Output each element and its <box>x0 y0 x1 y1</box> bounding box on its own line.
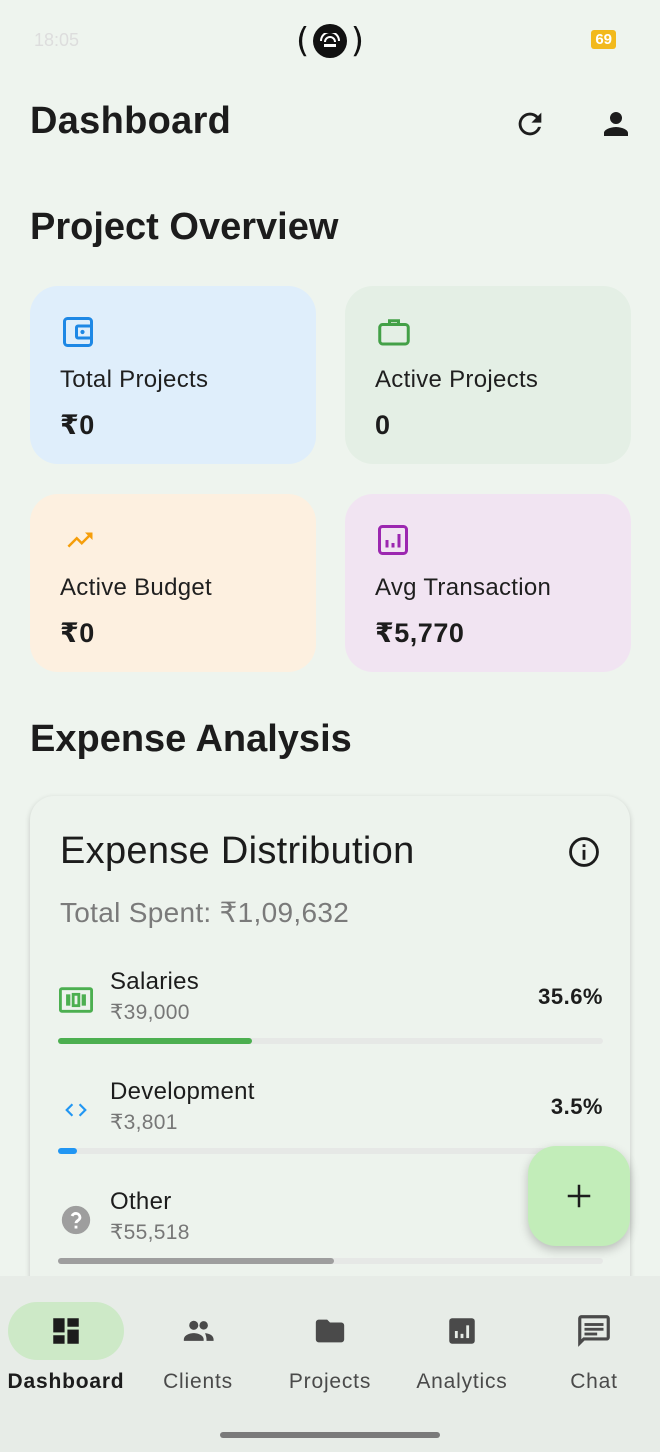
wallet-icon <box>63 317 93 347</box>
analytics-icon <box>449 1318 475 1344</box>
code-icon <box>65 1103 87 1117</box>
active-projects-card[interactable]: Active Projects 0 <box>345 286 631 464</box>
total-projects-label: Total Projects <box>60 366 209 393</box>
add-fab-button[interactable] <box>528 1146 630 1246</box>
expense-item-percent: 3.5% <box>550 1094 603 1119</box>
nav-label-dashboard: Dashboard <box>7 1370 125 1393</box>
people-icon <box>183 1320 214 1341</box>
total-spent: Total Spent: ₹1,09,632 <box>60 897 350 928</box>
total-projects-value: ₹0 <box>60 410 95 440</box>
expense-item-name: Other <box>110 1188 172 1215</box>
expense-item-other[interactable]: Other ₹55,518 <box>58 1188 603 1288</box>
bottom-navigation: Dashboard Clients Projects Analytics Cha… <box>0 1276 660 1452</box>
expense-item-name: Development <box>110 1078 255 1105</box>
nav-item-analytics[interactable]: Analytics <box>396 1302 528 1402</box>
refresh-button[interactable] <box>506 100 554 148</box>
expense-item-amount: ₹3,801 <box>110 1111 178 1134</box>
progress-track <box>58 1148 603 1154</box>
avg-transaction-card[interactable]: Avg Transaction ₹5,770 <box>345 494 631 672</box>
expense-item-development[interactable]: Development ₹3,801 3.5% <box>58 1078 603 1178</box>
refresh-icon <box>518 112 542 136</box>
active-budget-card[interactable]: Active Budget ₹0 <box>30 494 316 672</box>
progress-track <box>58 1038 603 1044</box>
nav-item-dashboard[interactable]: Dashboard <box>0 1302 132 1402</box>
profile-button[interactable] <box>592 100 640 148</box>
chat-icon <box>578 1315 610 1347</box>
total-projects-card[interactable]: Total Projects ₹0 <box>30 286 316 464</box>
plus-icon <box>567 1184 591 1208</box>
camera-indicator: ( ) <box>296 21 364 61</box>
progress-fill <box>58 1148 78 1154</box>
home-indicator[interactable] <box>220 1432 440 1438</box>
status-indicators: 69 <box>591 30 616 49</box>
briefcase-icon <box>378 319 410 346</box>
help-icon <box>61 1205 91 1235</box>
nav-item-projects[interactable]: Projects <box>264 1302 396 1402</box>
expense-item-percent: 35.6% <box>538 984 603 1009</box>
info-button[interactable] <box>564 832 604 872</box>
battery-icon: 69 <box>591 30 616 49</box>
nav-label-clients: Clients <box>163 1370 233 1393</box>
status-time: 18:05 <box>34 30 80 50</box>
analytics-icon <box>378 525 408 555</box>
progress-track <box>58 1258 603 1264</box>
nav-item-clients[interactable]: Clients <box>132 1302 264 1402</box>
person-icon <box>604 112 628 136</box>
avg-transaction-label: Avg Transaction <box>375 574 552 601</box>
nav-label-projects: Projects <box>288 1370 372 1393</box>
expense-distribution-title: Expense Distribution <box>60 830 415 872</box>
trending-up-icon <box>67 532 93 548</box>
progress-fill <box>58 1038 253 1044</box>
avg-transaction-value: ₹5,770 <box>375 618 465 648</box>
active-budget-value: ₹0 <box>60 618 95 648</box>
nav-item-chat[interactable]: Chat <box>528 1302 660 1402</box>
app-bar: Dashboard <box>0 96 660 152</box>
dashboard-icon <box>53 1318 79 1344</box>
status-bar: 18:05 ( ) 69 <box>0 0 660 80</box>
project-overview-heading: Project Overview <box>30 206 339 248</box>
page-title: Dashboard <box>30 100 232 142</box>
nav-label-analytics: Analytics <box>416 1370 508 1393</box>
expense-analysis-heading: Expense Analysis <box>30 718 352 760</box>
info-icon <box>569 837 599 867</box>
expense-item-name: Salaries <box>110 968 200 995</box>
nav-label-chat: Chat <box>570 1370 618 1393</box>
active-projects-label: Active Projects <box>375 366 539 393</box>
money-icon <box>59 987 93 1013</box>
active-budget-label: Active Budget <box>60 574 212 601</box>
hotspot-icon <box>313 24 347 58</box>
progress-fill <box>58 1258 334 1264</box>
expense-item-amount: ₹39,000 <box>110 1001 190 1024</box>
expense-item-salaries[interactable]: Salaries ₹39,000 35.6% <box>58 968 603 1068</box>
folder-icon <box>315 1319 345 1343</box>
active-projects-value: 0 <box>375 410 391 440</box>
expense-item-amount: ₹55,518 <box>110 1221 190 1244</box>
